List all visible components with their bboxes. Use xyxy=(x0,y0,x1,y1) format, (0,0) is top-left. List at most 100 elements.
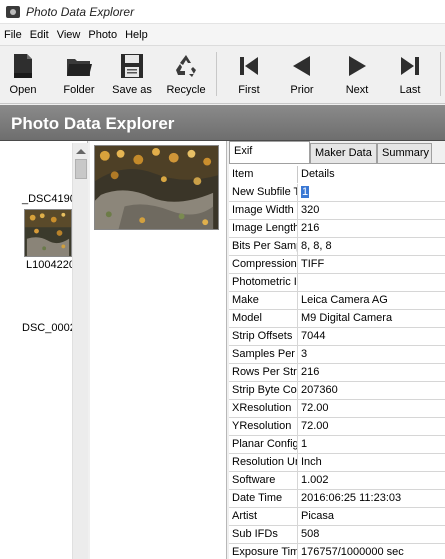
table-row[interactable]: Resolution Un Inch xyxy=(229,454,445,472)
table-row[interactable]: XResolution 72.00 xyxy=(229,400,445,418)
row-details-cell[interactable]: 72.00 xyxy=(298,418,445,435)
table-row[interactable]: Model M9 Digital Camera xyxy=(229,310,445,328)
prior-button[interactable]: Prior xyxy=(285,50,319,100)
toolbar-separator-end xyxy=(440,52,441,96)
first-button-label: First xyxy=(238,84,260,96)
properties-pane: Exif Properties Maker Data Summary Item … xyxy=(228,141,445,559)
row-details-cell[interactable]: 216 xyxy=(298,220,445,237)
table-row[interactable]: Exposure Time176757/1000000 sec xyxy=(229,544,445,559)
row-item-cell: Model xyxy=(229,310,298,327)
table-row[interactable]: Image Width 320 xyxy=(229,202,445,220)
last-button-label: Last xyxy=(399,84,421,96)
tab-summary[interactable]: Summary xyxy=(377,143,432,163)
row-item-cell: Software xyxy=(229,472,298,489)
save-as-button[interactable]: Save as xyxy=(110,50,154,100)
column-header-details[interactable]: Details xyxy=(298,166,445,183)
last-button[interactable]: Last xyxy=(393,50,427,100)
row-item-cell: Bits Per Samp xyxy=(229,238,298,255)
row-details-cell[interactable] xyxy=(298,274,445,291)
scroll-up-arrow-icon[interactable] xyxy=(76,149,86,154)
row-details-cell[interactable]: 508 xyxy=(298,526,445,543)
table-row[interactable]: Planar Configu 1 xyxy=(229,436,445,454)
table-row[interactable]: Artist Picasa xyxy=(229,508,445,526)
folder-button[interactable]: Folder xyxy=(58,50,100,100)
next-button[interactable]: Next xyxy=(340,50,374,100)
row-details-cell[interactable]: TIFF xyxy=(298,256,445,273)
column-header-item[interactable]: Item xyxy=(229,166,298,183)
row-details-cell[interactable]: 1.002 xyxy=(298,472,445,489)
page-title: Photo Data Explorer xyxy=(11,114,175,133)
row-details-cell[interactable]: 7044 xyxy=(298,328,445,345)
tab-exif-properties[interactable]: Exif Properties xyxy=(229,141,310,175)
table-row[interactable]: YResolution 72.00 xyxy=(229,418,445,436)
selected-value[interactable]: 1 xyxy=(301,186,310,198)
camera-icon xyxy=(6,5,20,18)
menu-help[interactable]: Help xyxy=(121,29,152,41)
tab-maker-data[interactable]: Maker Data xyxy=(310,143,377,163)
thumbnail-label[interactable]: _DSC4190 xyxy=(22,193,76,205)
row-details-cell[interactable]: 176757/1000000 sec xyxy=(298,544,445,559)
grid-header: Item Details xyxy=(229,166,445,183)
thumbnail-label[interactable]: L1004220 xyxy=(26,259,75,271)
open-button[interactable]: Open xyxy=(4,50,42,100)
table-row[interactable]: Bits Per Samp 8, 8, 8 xyxy=(229,238,445,256)
table-row[interactable]: Image Length 216 xyxy=(229,220,445,238)
table-row[interactable]: New Subfile T1 xyxy=(229,184,445,202)
floppy-disk-icon xyxy=(121,54,143,78)
arrow-right-icon xyxy=(349,56,366,76)
row-details-cell[interactable]: Picasa xyxy=(298,508,445,525)
next-button-label: Next xyxy=(345,84,369,96)
row-details-cell[interactable]: 207360 xyxy=(298,382,445,399)
menu-file[interactable]: File xyxy=(0,29,26,41)
thumbnail-label[interactable]: DSC_0002 xyxy=(22,322,76,334)
row-details-cell[interactable]: 3 xyxy=(298,346,445,363)
row-item-cell: Image Length xyxy=(229,220,298,237)
menu-view[interactable]: View xyxy=(53,29,85,41)
table-row[interactable]: Rows Per Strip216 xyxy=(229,364,445,382)
recycle-button-label: Recycle xyxy=(166,84,206,96)
table-row[interactable]: Strip Byte Cou 207360 xyxy=(229,382,445,400)
recycle-icon xyxy=(176,55,196,77)
header-band: Photo Data Explorer xyxy=(0,105,445,141)
folder-icon xyxy=(67,59,92,76)
row-details-cell[interactable]: 1 xyxy=(298,184,445,201)
table-row[interactable]: Date Time 2016:06:25 11:23:03 xyxy=(229,490,445,508)
first-button[interactable]: First xyxy=(232,50,266,100)
thumbnail-image[interactable] xyxy=(24,209,72,257)
exif-grid: Item Details New Subfile T 1 Image Width 32… xyxy=(229,163,445,559)
arrow-left-icon xyxy=(293,56,310,76)
skip-first-icon xyxy=(240,57,258,75)
row-details-cell[interactable]: 72.00 xyxy=(298,400,445,417)
row-details-cell[interactable]: 216 xyxy=(298,364,445,381)
recycle-button[interactable]: Recycle xyxy=(164,50,208,100)
skip-last-icon xyxy=(401,57,419,75)
window-title: Photo Data Explorer xyxy=(26,4,135,19)
row-details-cell[interactable]: Leica Camera AG xyxy=(298,292,445,309)
save-as-button-label: Save as xyxy=(112,84,152,96)
row-details-cell[interactable]: 8, 8, 8 xyxy=(298,238,445,255)
table-row[interactable]: Sub IFDs 508 xyxy=(229,526,445,544)
row-item-cell: YResolution xyxy=(229,418,298,435)
table-row[interactable]: Compression TIFF xyxy=(229,256,445,274)
table-row[interactable]: Make Leica Camera AG xyxy=(229,292,445,310)
row-details-cell[interactable]: 2016:06:25 11:23:03 xyxy=(298,490,445,507)
menu-edit[interactable]: Edit xyxy=(26,29,53,41)
photo-preview xyxy=(94,145,219,230)
table-row[interactable]: Photometric I xyxy=(229,274,445,292)
row-item-cell: Rows Per Strip xyxy=(229,364,298,381)
row-details-cell[interactable]: 1 xyxy=(298,436,445,453)
menu-bar: File Edit View Photo Help xyxy=(0,24,445,46)
row-item-cell: Photometric I xyxy=(229,274,298,291)
open-document-icon xyxy=(14,54,32,78)
row-details-cell[interactable]: 320 xyxy=(298,202,445,219)
thumbnail-scrollbar[interactable] xyxy=(72,143,88,559)
table-row[interactable]: Samples Per P3 xyxy=(229,346,445,364)
row-details-cell[interactable]: Inch xyxy=(298,454,445,471)
row-item-cell: Resolution Un xyxy=(229,454,298,471)
scroll-thumb[interactable] xyxy=(75,159,87,179)
folder-button-label: Folder xyxy=(63,84,95,96)
menu-photo[interactable]: Photo xyxy=(84,29,121,41)
row-details-cell[interactable]: M9 Digital Camera xyxy=(298,310,445,327)
table-row[interactable]: Strip Offsets 7044 xyxy=(229,328,445,346)
table-row[interactable]: Software 1.002 xyxy=(229,472,445,490)
